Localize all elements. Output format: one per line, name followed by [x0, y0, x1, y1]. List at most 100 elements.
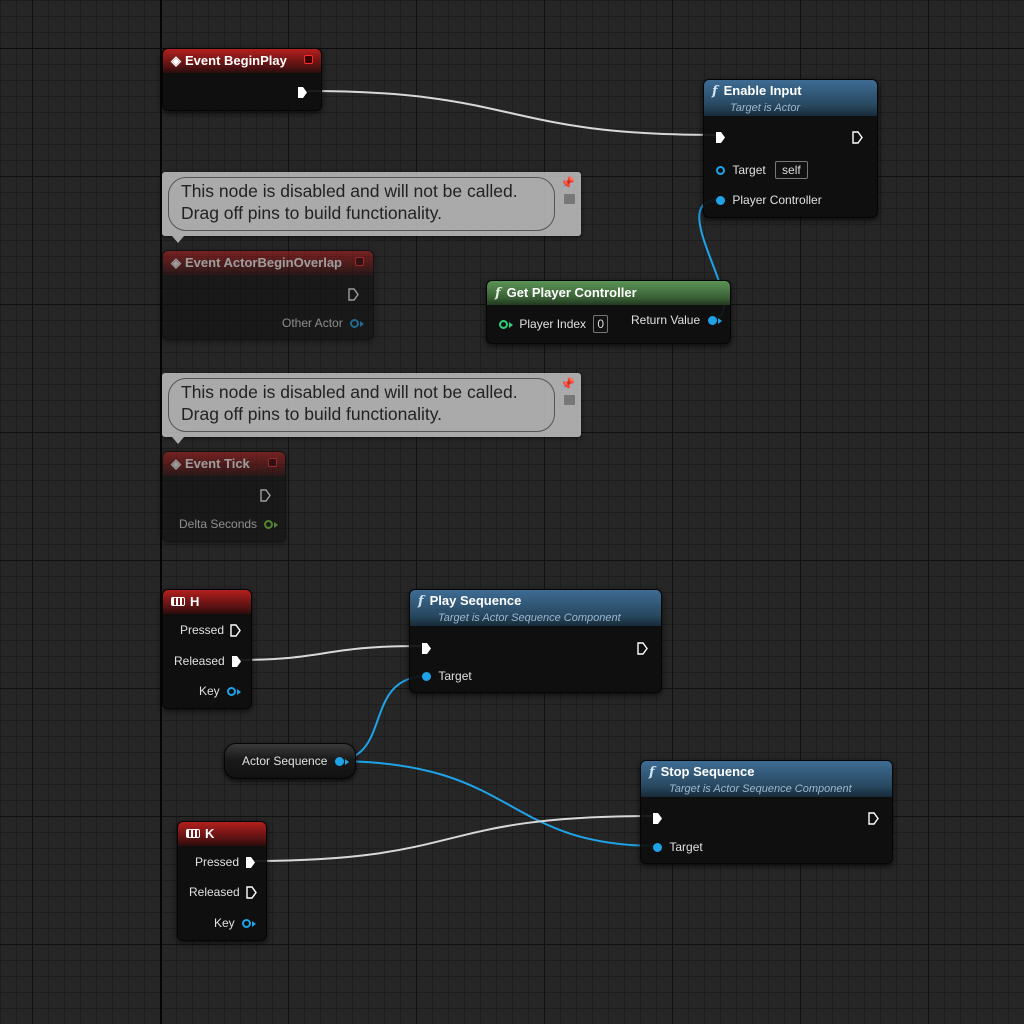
pin-label: Pressed — [195, 855, 240, 869]
node-enable-input[interactable]: f Enable Input Target is Actor Target sel… — [703, 79, 878, 218]
function-icon: f — [712, 84, 718, 99]
exec-out-pin[interactable] — [637, 640, 648, 656]
node-title: Stop Sequence — [660, 764, 755, 779]
comment-text: This node is disabled and will not be ca… — [168, 378, 555, 432]
target-pin[interactable]: Target self — [716, 161, 808, 179]
pressed-pin[interactable]: Pressed — [180, 622, 242, 638]
key-pin[interactable]: Key — [199, 683, 242, 699]
wire-actor-sequence-to-stop-target — [332, 760, 660, 847]
node-header: f Get Player Controller — [487, 281, 730, 305]
wire-h-released-to-play-sequence — [234, 645, 422, 661]
player-controller-pin[interactable]: Player Controller — [716, 192, 822, 208]
comment-line: Drag off pins to build functionality. — [181, 203, 443, 223]
node-title: Event Tick — [185, 456, 250, 471]
pin-comment-icon[interactable]: 📌 — [560, 377, 575, 391]
node-title: Event BeginPlay — [185, 53, 287, 68]
released-pin[interactable]: Released — [174, 653, 242, 669]
node-key-k[interactable]: K Pressed Released Key — [177, 821, 267, 941]
other-actor-pin[interactable]: Other Actor — [282, 315, 365, 331]
node-subtitle: Target is Actor Sequence Component — [438, 612, 621, 624]
node-header: f Play Sequence Target is Actor Sequence … — [410, 590, 661, 626]
object-pin-icon — [707, 316, 717, 326]
node-header: ◈ Event Tick — [163, 452, 285, 476]
variable-label: Actor Sequence — [242, 754, 328, 768]
disabled-comment-bubble[interactable]: This node is disabled and will not be ca… — [162, 172, 581, 243]
comment-line: This node is disabled and will not be ca… — [181, 181, 518, 201]
pin-arrow-icon — [344, 758, 349, 765]
exec-out-pin[interactable] — [348, 286, 359, 302]
delegate-pin-icon[interactable] — [304, 55, 313, 64]
pin-label: Target — [438, 669, 472, 683]
pin-label: Released — [189, 885, 240, 899]
delegate-pin-icon[interactable] — [268, 458, 277, 467]
pin-arrow-icon — [252, 920, 257, 927]
function-icon: f — [495, 286, 501, 301]
pin-label: Return Value — [631, 313, 701, 327]
comment-line: Drag off pins to build functionality. — [181, 404, 443, 424]
node-header: K — [178, 822, 266, 846]
exec-out-pin[interactable] — [260, 487, 271, 503]
event-diamond-icon: ◈ — [171, 456, 181, 471]
exec-in-pin[interactable] — [652, 810, 663, 826]
pin-arrow-icon — [360, 320, 365, 327]
pressed-pin[interactable]: Pressed — [195, 854, 256, 870]
node-subtitle: Target is Actor Sequence Component — [669, 783, 852, 795]
node-get-player-controller[interactable]: f Get Player Controller Player Index 0 Re… — [486, 280, 731, 344]
blueprint-graph-canvas[interactable]: ◈ Event BeginPlay f Enable Input Target is… — [0, 0, 1024, 1024]
target-pin[interactable]: Target — [422, 668, 472, 684]
comment-toggle-icon[interactable] — [564, 395, 575, 405]
pin-label: Released — [174, 654, 225, 668]
exec-out-pin[interactable] — [297, 84, 308, 100]
player-index-pin[interactable]: Player Index 0 — [499, 315, 609, 333]
node-event-actor-begin-overlap[interactable]: ◈ Event ActorBeginOverlap Other Actor — [162, 250, 374, 340]
pin-label: Delta Seconds — [179, 517, 258, 531]
pin-label: Player Index — [519, 317, 587, 331]
node-play-sequence[interactable]: f Play Sequence Target is Actor Sequence … — [409, 589, 662, 693]
pin-label: Pressed — [180, 623, 225, 637]
node-stop-sequence[interactable]: f Stop Sequence Target is Actor Sequence … — [640, 760, 893, 864]
actor-sequence-out-pin[interactable]: Actor Sequence — [242, 753, 349, 769]
exec-out-pin[interactable] — [852, 129, 863, 145]
return-value-pin[interactable]: Return Value — [631, 312, 722, 328]
target-pin[interactable]: Target — [653, 839, 703, 855]
node-title: K — [205, 826, 215, 841]
function-icon: f — [418, 594, 424, 609]
float-pin-icon — [264, 520, 274, 530]
target-self-field[interactable]: self — [775, 161, 808, 179]
node-event-beginplay[interactable]: ◈ Event BeginPlay — [162, 48, 322, 111]
pin-label: Target — [732, 163, 766, 177]
pin-label: Player Controller — [732, 193, 822, 207]
exec-in-pin[interactable] — [421, 640, 432, 656]
node-title: Event ActorBeginOverlap — [185, 255, 343, 270]
object-pin-icon — [716, 196, 725, 206]
exec-out-pin[interactable] — [868, 810, 879, 826]
object-pin-icon — [350, 319, 360, 329]
event-diamond-icon: ◈ — [171, 255, 181, 270]
function-icon: f — [649, 765, 655, 780]
wire-k-pressed-to-stop-sequence — [249, 815, 653, 862]
keyboard-icon — [186, 829, 200, 839]
delta-seconds-pin[interactable]: Delta Seconds — [179, 516, 279, 532]
pin-label: Other Actor — [282, 316, 343, 330]
pin-arrow-icon — [509, 321, 513, 328]
disabled-comment-bubble[interactable]: This node is disabled and will not be ca… — [162, 373, 581, 444]
node-header: f Enable Input Target is Actor — [704, 80, 877, 116]
key-pin[interactable]: Key — [214, 915, 257, 931]
node-event-tick[interactable]: ◈ Event Tick Delta Seconds — [162, 451, 286, 542]
event-diamond-icon: ◈ — [171, 53, 181, 68]
pin-comment-icon[interactable]: 📌 — [560, 176, 575, 190]
graph-origin-axis-horizontal — [0, 48, 1024, 49]
comment-toggle-icon[interactable] — [564, 194, 575, 204]
player-index-field[interactable]: 0 — [593, 315, 609, 333]
pin-arrow-icon — [237, 688, 242, 695]
variable-actor-sequence[interactable]: Actor Sequence — [224, 743, 356, 779]
node-header: f Stop Sequence Target is Actor Sequence … — [641, 761, 892, 797]
node-title: Play Sequence — [429, 593, 522, 608]
wire-beginplay-to-enable-input — [306, 90, 717, 136]
comment-text: This node is disabled and will not be ca… — [168, 177, 555, 231]
exec-in-pin[interactable] — [715, 129, 726, 145]
node-key-h[interactable]: H Pressed Released Key — [162, 589, 252, 709]
released-pin[interactable]: Released — [189, 884, 257, 900]
object-pin-icon — [422, 672, 431, 682]
delegate-pin-icon[interactable] — [355, 257, 364, 266]
